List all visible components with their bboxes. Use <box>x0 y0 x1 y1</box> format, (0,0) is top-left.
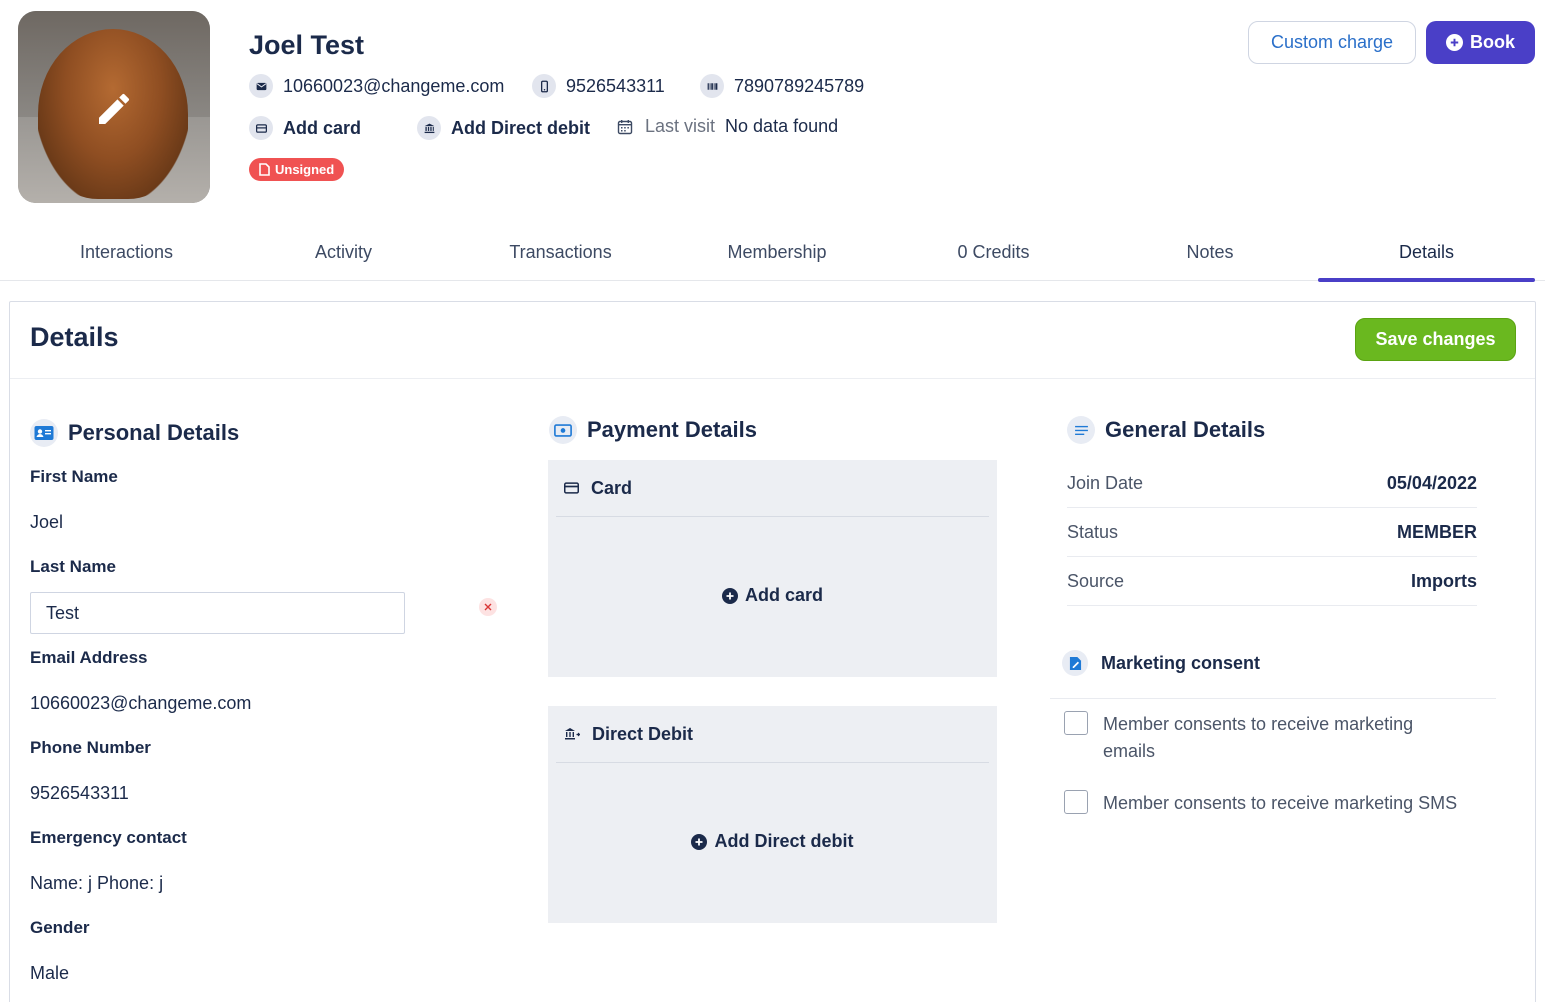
unsigned-badge[interactable]: Unsigned <box>249 158 345 181</box>
last-visit-row: Last visit No data found <box>617 116 838 137</box>
clear-last-name-button[interactable] <box>479 598 497 616</box>
calendar-icon <box>617 119 633 134</box>
card-box-title: Card <box>591 477 633 498</box>
member-phone-row: 9526543311 <box>532 74 665 98</box>
direct-debit-box-title: Direct Debit <box>592 723 694 744</box>
payment-details-title: Payment Details <box>587 417 757 442</box>
member-email: 10660023@changeme.com <box>283 75 505 96</box>
marketing-consent-title: Marketing consent <box>1101 652 1261 673</box>
general-details-heading: General Details <box>1067 416 1265 444</box>
emergency-contact-value: Name: j Phone: j <box>30 873 164 893</box>
tab-transactions[interactable]: Transactions <box>452 224 669 281</box>
add-direct-debit-link[interactable]: Add Direct debit <box>417 116 590 140</box>
personal-details-heading: Personal Details <box>30 419 239 447</box>
book-button[interactable]: Book <box>1426 21 1535 64</box>
close-icon <box>484 603 492 611</box>
add-card-button-label: Add card <box>744 585 823 605</box>
last-visit-label: Last visit <box>645 116 716 136</box>
plus-circle-icon <box>721 587 738 604</box>
plus-circle-icon <box>1446 34 1463 51</box>
member-phone: 9526543311 <box>566 75 665 96</box>
consent-sms-checkbox[interactable] <box>1064 790 1088 814</box>
document-icon <box>259 163 270 176</box>
document-edit-icon <box>1062 650 1088 676</box>
save-changes-button[interactable]: Save changes <box>1355 318 1516 361</box>
plus-circle-icon <box>691 833 708 850</box>
source-value: Imports <box>1410 570 1477 591</box>
marketing-divider <box>1050 698 1496 699</box>
add-direct-debit-label: Add Direct debit <box>451 117 591 138</box>
source-row: Source Imports <box>1067 557 1477 606</box>
add-direct-debit-button[interactable]: Add Direct debit <box>548 831 997 852</box>
bank-icon <box>417 116 441 140</box>
direct-debit-payment-box: Direct Debit Add Direct debit <box>548 706 997 923</box>
profile-tabs: Interactions Activity Transactions Membe… <box>0 224 1545 282</box>
personal-details-title: Personal Details <box>68 420 240 445</box>
consent-sms-label: Member consents to receive marketing SMS <box>1103 793 1458 813</box>
custom-charge-button[interactable]: Custom charge <box>1248 21 1416 64</box>
credit-card-icon <box>249 116 273 140</box>
card-payment-box: Card Add card <box>548 460 997 677</box>
details-header: Details Save changes <box>10 302 1535 379</box>
status-label: Status <box>1067 521 1119 542</box>
book-button-label: Book <box>1470 32 1515 52</box>
member-barcode: 7890789245789 <box>734 75 865 96</box>
tab-interactions[interactable]: Interactions <box>18 224 235 281</box>
email-address-label: Email Address <box>30 648 148 667</box>
consent-email-row[interactable]: Member consents to receive marketing ema… <box>1064 711 1464 765</box>
join-date-row: Join Date 05/04/2022 <box>1067 459 1477 508</box>
mobile-phone-icon <box>532 74 556 98</box>
unsigned-badge-label: Unsigned <box>275 162 335 177</box>
general-details-title: General Details <box>1105 417 1266 442</box>
tab-credits[interactable]: 0 Credits <box>885 224 1102 281</box>
add-card-button[interactable]: Add card <box>548 585 997 606</box>
tab-details[interactable]: Details <box>1318 224 1535 282</box>
first-name-label: First Name <box>30 467 118 486</box>
emergency-contact-label: Emergency contact <box>30 828 187 847</box>
source-label: Source <box>1067 570 1125 591</box>
last-name-label: Last Name <box>30 557 116 576</box>
status-value: MEMBER <box>1397 521 1477 542</box>
id-card-icon <box>30 419 58 447</box>
gender-label: Gender <box>30 918 90 937</box>
consent-email-checkbox[interactable] <box>1064 711 1088 735</box>
money-icon <box>549 416 577 444</box>
consent-email-label: Member consents to receive marketing ema… <box>1103 714 1414 761</box>
phone-number-value: 9526543311 <box>30 783 129 803</box>
payment-details-heading: Payment Details <box>549 416 757 444</box>
member-barcode-row: 7890789245789 <box>700 74 864 98</box>
envelope-icon <box>249 74 273 98</box>
details-title: Details <box>30 322 119 352</box>
member-name: Joel Test <box>249 30 365 60</box>
card-box-header: Card <box>556 460 989 517</box>
details-panel: Details Save changes Personal Details Fi… <box>9 301 1536 1002</box>
tab-notes[interactable]: Notes <box>1102 224 1318 281</box>
pencil-edit-icon[interactable] <box>94 89 134 129</box>
tab-membership[interactable]: Membership <box>669 224 885 281</box>
status-row: Status MEMBER <box>1067 508 1477 557</box>
direct-debit-box-header: Direct Debit <box>556 706 989 763</box>
member-avatar[interactable] <box>18 11 210 203</box>
member-email-row: 10660023@changeme.com <box>249 74 504 98</box>
tab-activity[interactable]: Activity <box>235 224 452 281</box>
barcode-icon <box>700 74 724 98</box>
join-date-value: 05/04/2022 <box>1386 472 1477 493</box>
last-visit-value: No data found <box>725 116 839 136</box>
consent-sms-row[interactable]: Member consents to receive marketing SMS <box>1064 790 1457 817</box>
add-card-label: Add card <box>283 117 362 138</box>
gender-value: Male <box>30 963 70 983</box>
marketing-consent-heading: Marketing consent <box>1062 650 1260 676</box>
add-direct-debit-button-label: Add Direct debit <box>714 831 854 851</box>
first-name-value: Joel <box>30 512 64 532</box>
phone-number-label: Phone Number <box>30 738 151 757</box>
credit-card-icon <box>564 482 579 494</box>
join-date-label: Join Date <box>1067 472 1144 493</box>
list-icon <box>1067 416 1095 444</box>
email-address-value: 10660023@changeme.com <box>30 693 252 713</box>
last-name-input[interactable] <box>30 592 405 634</box>
bank-transfer-icon <box>565 728 580 740</box>
add-card-link[interactable]: Add card <box>249 116 361 140</box>
